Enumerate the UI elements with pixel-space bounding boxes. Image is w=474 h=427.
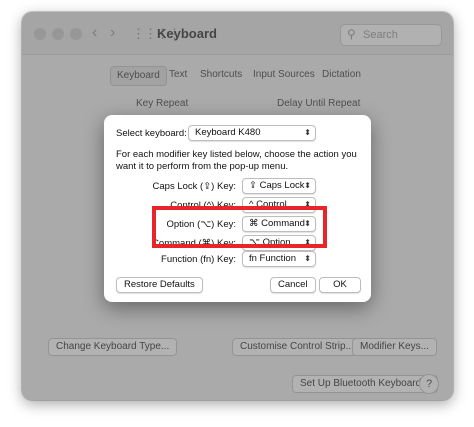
selected-keyboard-value: Keyboard K480 (195, 127, 261, 138)
function-action-popup[interactable]: fn Function ⬍ (242, 251, 316, 267)
ok-button[interactable]: OK (319, 277, 361, 293)
instructions-text: For each modifier key listed below, choo… (116, 149, 357, 172)
restore-defaults-button[interactable]: Restore Defaults (116, 277, 203, 293)
caps-lock-key-label: Caps Lock (⇪) Key: (152, 181, 236, 192)
chevron-updown-icon: ⬍ (304, 181, 311, 190)
select-keyboard-popup[interactable]: Keyboard K480 ⬍ (188, 125, 316, 141)
caps-lock-action-popup[interactable]: ⇪ Caps Lock ⬍ (242, 178, 316, 194)
chevron-updown-icon: ⬍ (304, 254, 311, 263)
cancel-button[interactable]: Cancel (270, 277, 316, 293)
chevron-updown-icon: ⬍ (304, 128, 311, 137)
select-keyboard-label: Select keyboard: (116, 128, 187, 139)
highlight-box (152, 206, 327, 248)
function-key-label: Function (fn) Key: (161, 254, 236, 265)
function-action-value: fn Function (249, 253, 296, 264)
caps-lock-action-value: ⇪ Caps Lock (249, 180, 305, 191)
